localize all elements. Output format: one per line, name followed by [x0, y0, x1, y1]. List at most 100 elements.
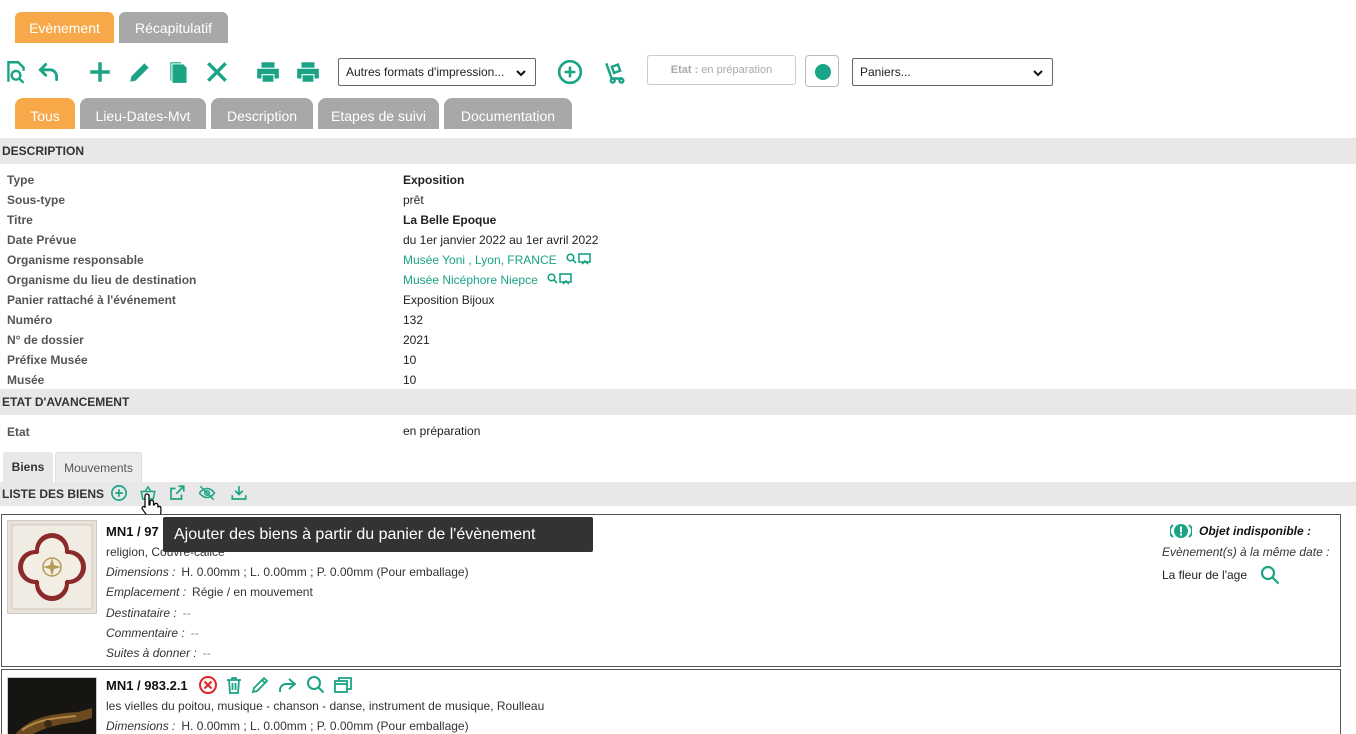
subtab-etapes-de-suivi[interactable]: Etapes de suivi	[318, 98, 439, 129]
organisme-destination-label: Organisme du lieu de destination	[7, 273, 197, 287]
item-dimensions: Dimensions : H. 0.00mm ; L. 0.00mm ; P. 0…	[106, 719, 469, 733]
print-alt-icon[interactable]	[294, 58, 322, 86]
indisponible-label: Objet indisponible :	[1199, 524, 1311, 538]
item-suites: Suites à donner : --	[106, 646, 211, 660]
numero-value: 132	[403, 313, 424, 327]
musee-label: Musée	[7, 373, 45, 387]
numero-label: Numéro	[7, 313, 53, 327]
destinataire-value: --	[182, 606, 191, 620]
couvre-calice-image	[8, 521, 96, 613]
avancement-header: ETAT D'AVANCEMENT	[0, 389, 1356, 415]
etat-row-label: Etat	[7, 425, 30, 439]
windows-icon[interactable]	[333, 675, 353, 695]
share-icon[interactable]	[277, 675, 299, 695]
subtab-lieu-dates-mvt[interactable]: Lieu-Dates-Mvt	[80, 98, 206, 129]
destinataire-label: Destinataire :	[106, 606, 177, 620]
tab-evenement[interactable]: Evènement	[15, 12, 114, 43]
organisme-destination-row: Musée Nicéphore Niepce	[403, 273, 573, 288]
panier-value: Exposition Bijoux	[403, 293, 495, 307]
item-commentaire: Commentaire : --	[106, 626, 199, 640]
suites-value: --	[202, 646, 211, 660]
subtab-tous[interactable]: Tous	[15, 98, 75, 129]
item-subtitle: les vielles du poitou, musique - chanson…	[106, 699, 545, 713]
musee-value: 10	[403, 373, 417, 387]
type-label: Type	[7, 173, 35, 187]
add-icon[interactable]	[86, 58, 114, 86]
item-thumbnail[interactable]	[7, 520, 97, 614]
suites-label: Suites à donner :	[106, 646, 197, 660]
search-open-icon[interactable]	[566, 253, 592, 268]
cart-icon[interactable]	[602, 58, 630, 86]
item-title: MN1 / 983.2.1	[106, 678, 188, 693]
external-link-icon[interactable]	[168, 484, 186, 502]
dimensions-value: H. 0.00mm ; L. 0.00mm ; P. 0.00mm (Pour …	[181, 565, 469, 579]
add-circle-icon[interactable]	[556, 58, 584, 86]
item-emplacement: Emplacement : Régie / en mouvement	[106, 585, 313, 599]
add-circle-icon[interactable]	[110, 484, 128, 502]
dossier-value: 2021	[403, 333, 430, 347]
tab-mouvements[interactable]: Mouvements	[55, 452, 142, 482]
subtab-documentation[interactable]: Documentation	[444, 98, 572, 129]
organisme-destination-link[interactable]: Musée Nicéphore Niepce	[403, 273, 538, 287]
tab-recapitulatif[interactable]: Récapitulatif	[119, 12, 228, 43]
delete-icon[interactable]	[203, 58, 231, 86]
eye-off-icon[interactable]	[198, 484, 220, 502]
remove-circle-icon[interactable]	[198, 675, 218, 695]
etat-value: en préparation	[701, 64, 773, 76]
paniers-select[interactable]: Paniers...	[852, 58, 1053, 86]
etat-display: Etat : en préparation	[647, 55, 796, 85]
item-dimensions: Dimensions : H. 0.00mm ; L. 0.00mm ; P. 0…	[106, 565, 469, 579]
organisme-responsable-link[interactable]: Musée Yoni , Lyon, FRANCE	[403, 253, 557, 267]
etat-label: Etat :	[670, 64, 699, 76]
search-icon[interactable]	[306, 675, 326, 695]
chevron-down-icon	[1033, 70, 1043, 77]
paniers-value: Paniers...	[860, 65, 911, 79]
prefixe-musee-value: 10	[403, 353, 417, 367]
dimensions-label: Dimensions :	[106, 719, 176, 733]
organisme-responsable-row: Musée Yoni , Lyon, FRANCE	[403, 253, 592, 268]
status-dot-button[interactable]	[805, 55, 839, 87]
date-prevue-value: du 1er janvier 2022 au 1er avril 2022	[403, 233, 599, 247]
status-dot-icon	[815, 64, 831, 80]
download-icon[interactable]	[230, 484, 248, 502]
commentaire-value: --	[190, 626, 199, 640]
undo-icon[interactable]	[35, 58, 63, 86]
commentaire-label: Commentaire :	[106, 626, 185, 640]
chevron-down-icon	[516, 70, 526, 77]
dimensions-label: Dimensions :	[106, 565, 176, 579]
print-icon[interactable]	[254, 58, 282, 86]
edit-icon[interactable]	[126, 58, 154, 86]
prefixe-musee-label: Préfixe Musée	[7, 353, 88, 367]
copy-icon[interactable]	[165, 58, 193, 86]
item-destinataire: Destinataire : --	[106, 606, 191, 620]
subtab-description[interactable]: Description	[211, 98, 313, 129]
type-value: Exposition	[403, 173, 465, 187]
vielle-image	[8, 678, 96, 734]
titre-value: La Belle Epoque	[403, 213, 497, 227]
titre-label: Titre	[7, 213, 33, 227]
item-thumbnail[interactable]	[7, 677, 97, 734]
description-header: DESCRIPTION	[0, 138, 1356, 164]
print-formats-value: Autres formats d'impression...	[346, 65, 505, 79]
warning-icon	[1169, 522, 1193, 540]
item-title: MN1 / 97	[106, 524, 159, 539]
meme-date-label: Evènement(s) à la même date :	[1162, 545, 1330, 559]
sous-type-label: Sous-type	[7, 193, 66, 207]
emplacement-label: Emplacement :	[106, 585, 187, 599]
meme-date-value[interactable]: La fleur de l'age	[1162, 568, 1247, 582]
search-icon[interactable]	[1260, 565, 1280, 585]
edit-icon[interactable]	[250, 675, 270, 695]
dimensions-value: H. 0.00mm ; L. 0.00mm ; P. 0.00mm (Pour …	[181, 719, 469, 733]
dossier-label: N° de dossier	[7, 333, 84, 347]
organisme-responsable-label: Organisme responsable	[7, 253, 144, 267]
preview-icon[interactable]	[2, 58, 30, 86]
print-formats-select[interactable]: Autres formats d'impression...	[338, 58, 536, 86]
emplacement-value: Régie / en mouvement	[192, 585, 313, 599]
trash-icon[interactable]	[224, 675, 244, 695]
panier-label: Panier rattaché à l'événement	[7, 293, 176, 307]
date-prevue-label: Date Prévue	[7, 233, 77, 247]
tab-biens[interactable]: Biens	[3, 452, 53, 482]
sous-type-value: prêt	[403, 193, 424, 207]
etat-row-value: en préparation	[403, 424, 481, 438]
search-open-icon[interactable]	[547, 273, 573, 288]
